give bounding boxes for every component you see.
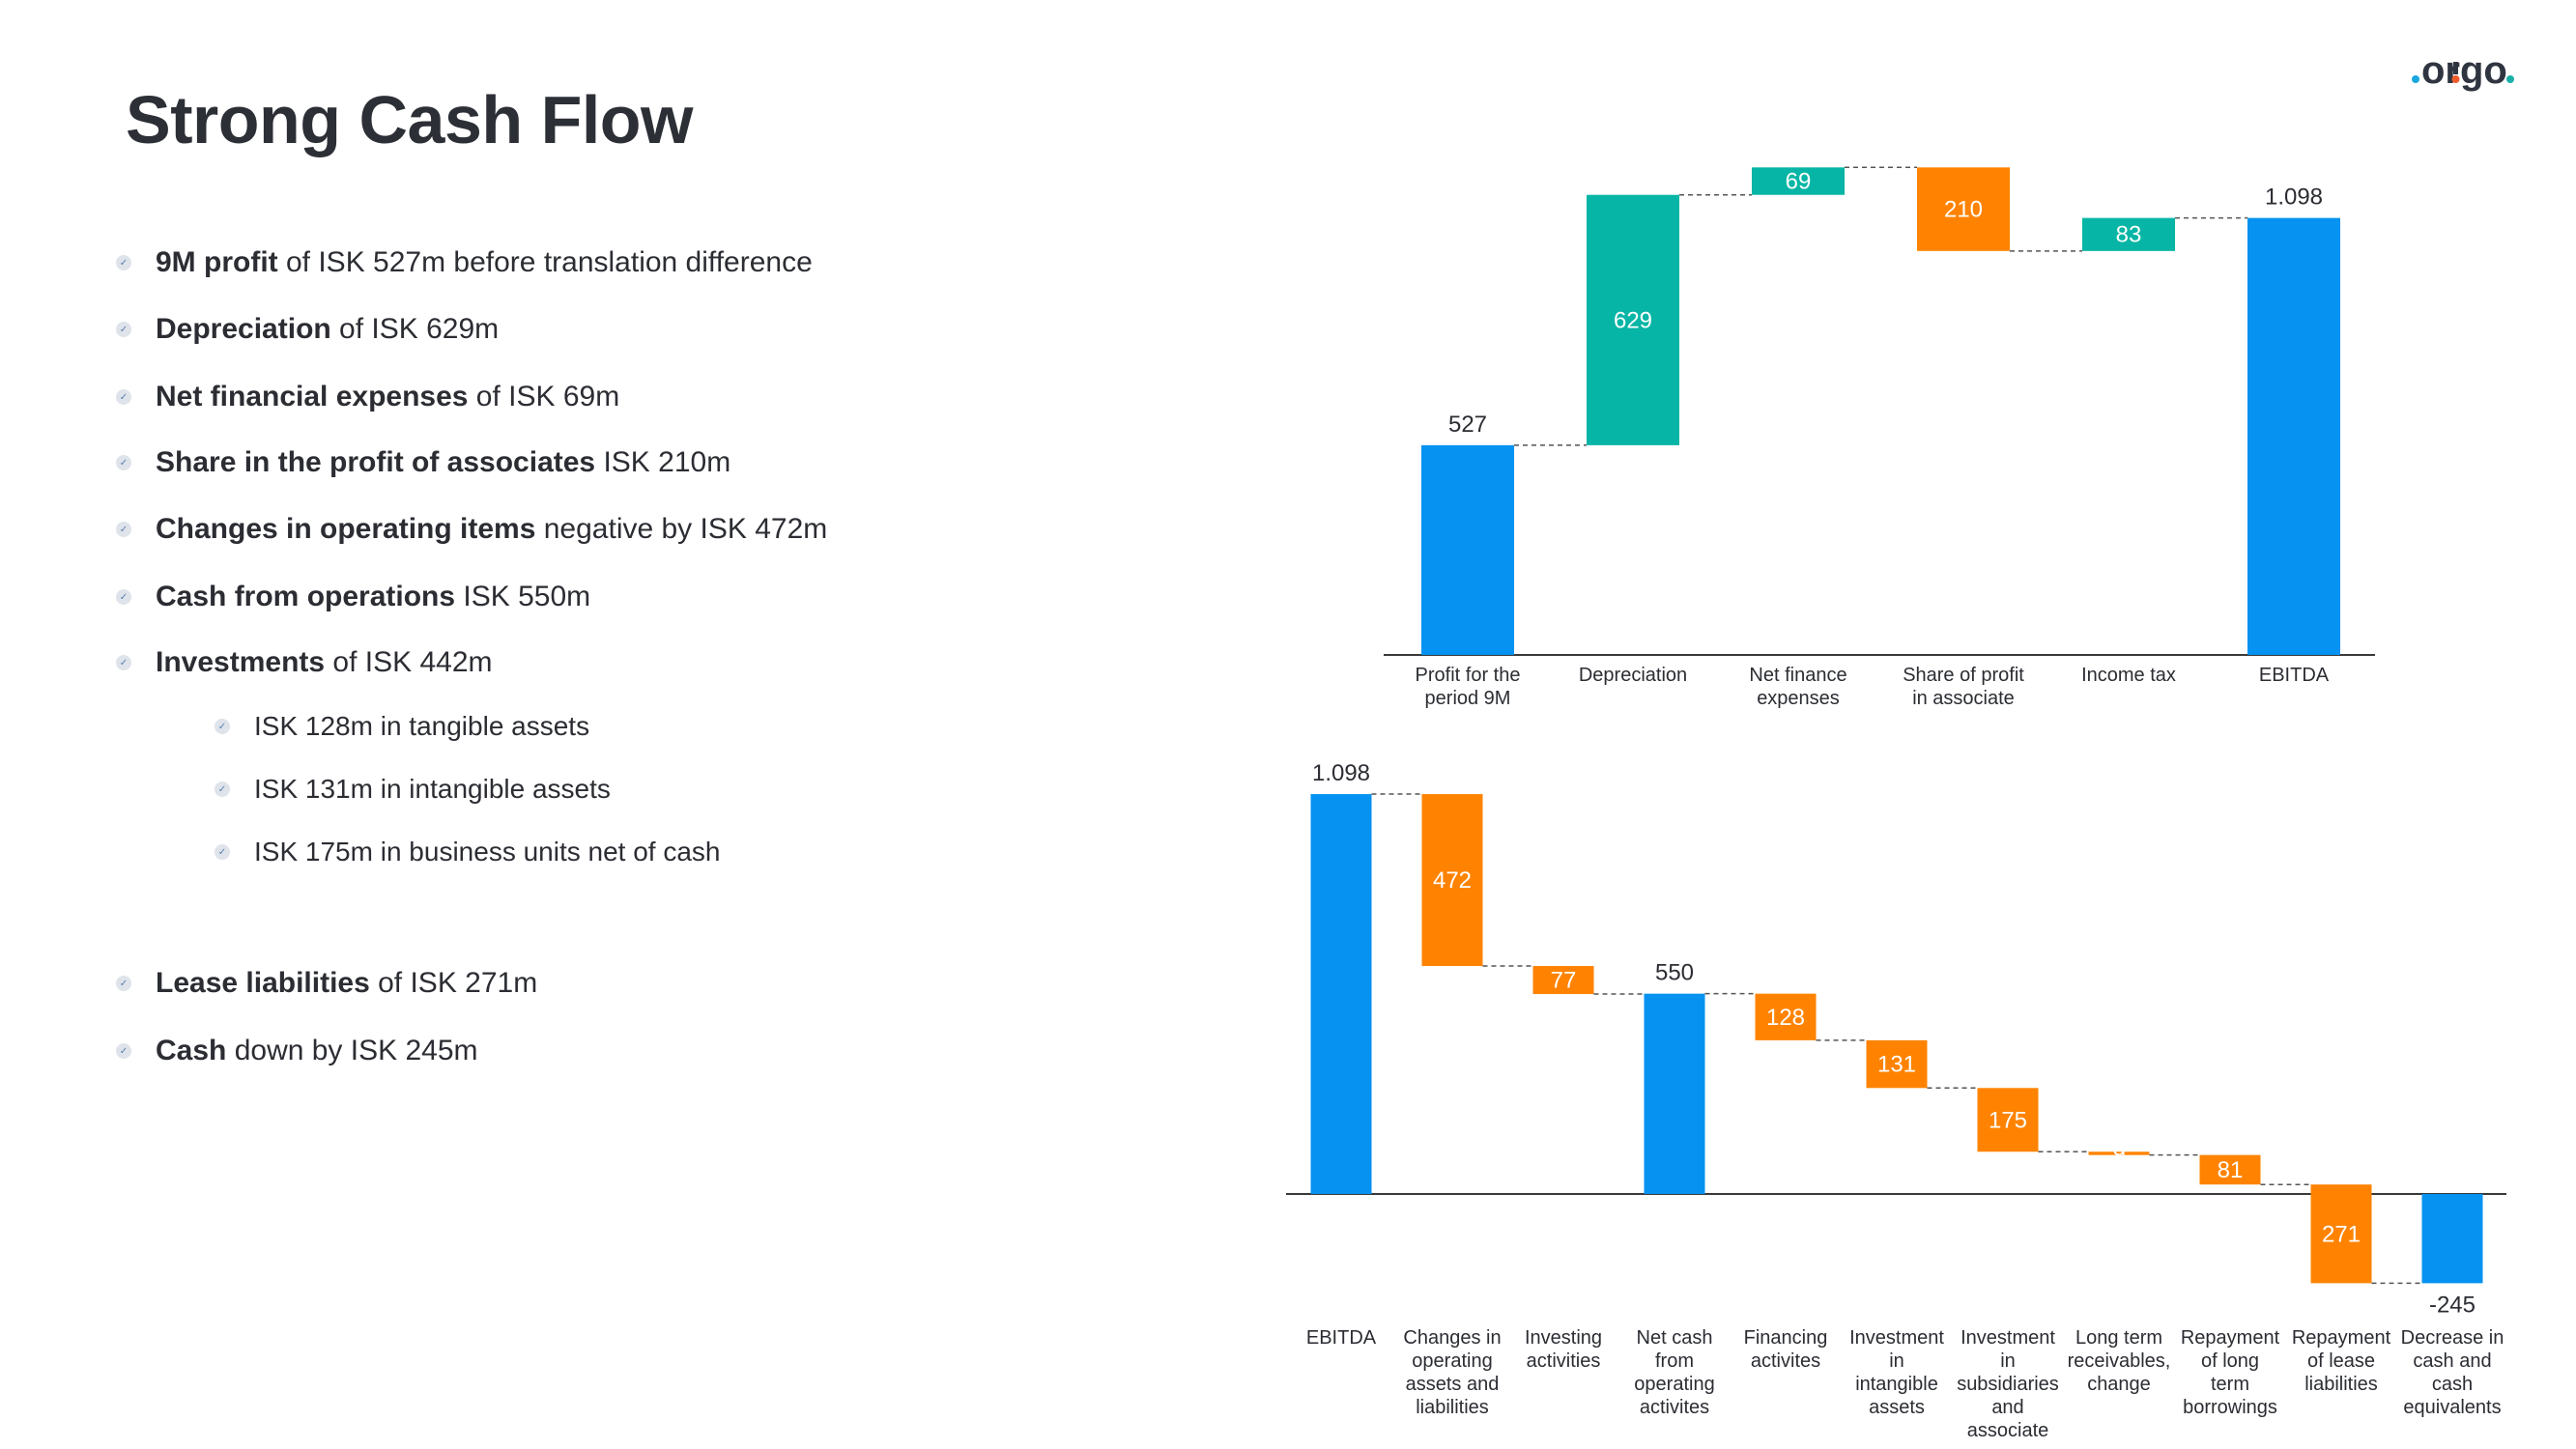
value-label: 81 [2218, 1157, 2244, 1183]
category-label: Investment [1961, 1327, 2055, 1349]
category-label: EBITDA [1306, 1327, 1377, 1349]
category-label: activities [1527, 1350, 1601, 1372]
category-label: subsidiaries [1957, 1374, 2059, 1395]
category-label: of lease [2307, 1350, 2375, 1372]
value-label: 77 [1551, 968, 1577, 994]
category-label: Investing [1525, 1327, 1602, 1349]
category-label: Investment [1849, 1327, 1944, 1349]
category-label: assets and [1406, 1374, 1500, 1395]
category-label: activites [1751, 1350, 1820, 1372]
value-label: 131 [1877, 1052, 1916, 1078]
value-label: -245 [2429, 1292, 2476, 1318]
category-label: operating [1412, 1350, 1492, 1372]
value-label: 550 [1655, 960, 1694, 986]
waterfall-chart-cash-flow: 1.098EBITDA472Changes inoperatingassets … [1286, 760, 2506, 1441]
value-label: 1.098 [1312, 760, 1370, 786]
category-label: activites [1640, 1397, 1709, 1418]
category-label: borrowings [2183, 1397, 2277, 1418]
value-label: 472 [1433, 867, 1472, 894]
category-label: Long term [2075, 1327, 2162, 1349]
category-label: Changes in [1403, 1327, 1501, 1349]
bar-total [1644, 993, 1705, 1194]
category-label: liabilities [1416, 1397, 1489, 1418]
bar-total [2421, 1194, 2483, 1284]
category-label: assets [1869, 1397, 1925, 1418]
category-label: receivables, [2068, 1350, 2171, 1372]
category-label: associate [1967, 1420, 2049, 1441]
category-label: cash [2432, 1374, 2473, 1395]
value-label: 9 [2112, 1141, 2125, 1167]
bar-total [1310, 794, 1372, 1194]
category-label: and [1991, 1397, 2023, 1418]
category-label: from [1655, 1350, 1694, 1372]
category-label: cash and [2413, 1350, 2491, 1372]
category-label: in [1889, 1350, 1904, 1372]
category-label: Repayment [2292, 1327, 2391, 1349]
category-label: liabilities [2304, 1374, 2378, 1395]
category-label: equivalents [2403, 1397, 2501, 1418]
category-label: of long [2201, 1350, 2259, 1372]
value-label: 128 [1766, 1005, 1805, 1031]
category-label: Repayment [2181, 1327, 2280, 1349]
category-label: term [2211, 1374, 2249, 1395]
category-label: intangible [1855, 1374, 1938, 1395]
value-label: 271 [2322, 1221, 2361, 1247]
category-label: Net cash [1637, 1327, 1713, 1349]
category-label: operating [1634, 1374, 1714, 1395]
category-label: in [2000, 1350, 2016, 1372]
value-label: 175 [1989, 1107, 2027, 1133]
category-label: change [2087, 1374, 2151, 1395]
category-label: Decrease in [2401, 1327, 2504, 1349]
category-label: Financing [1744, 1327, 1828, 1349]
